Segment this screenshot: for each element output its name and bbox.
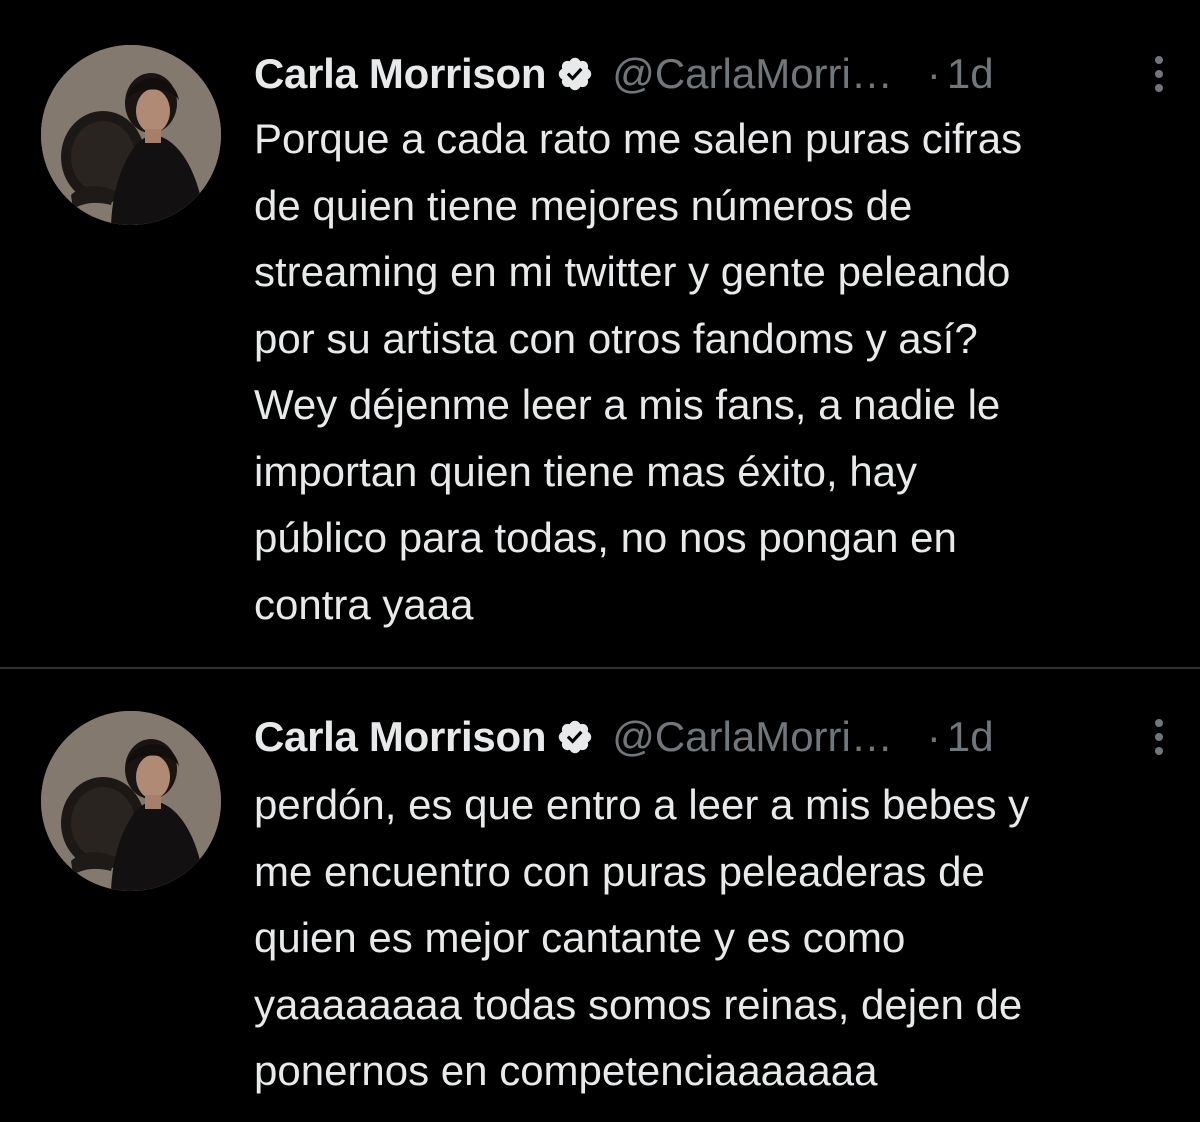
verified-badge-icon: [556, 718, 594, 756]
meta-separator: ·: [926, 713, 941, 760]
more-vertical-icon[interactable]: [1144, 50, 1174, 98]
tweet-timestamp[interactable]: 1d: [947, 50, 994, 98]
avatar[interactable]: [41, 711, 221, 891]
tweet[interactable]: Carla Morrison @CarlaMorri… · 1d perdón,…: [0, 669, 1200, 1122]
author-display-name[interactable]: Carla Morrison: [254, 713, 547, 761]
author-display-name[interactable]: Carla Morrison: [254, 50, 547, 98]
tweet-header: Carla Morrison @CarlaMorri… · 1d: [254, 46, 1174, 102]
more-vertical-icon[interactable]: [1144, 713, 1174, 761]
avatar-image: [41, 45, 221, 225]
timeline: Carla Morrison @CarlaMorri… · 1d Porque …: [0, 0, 1200, 1122]
avatar-image: [41, 711, 221, 891]
author-handle[interactable]: @CarlaMorri…: [612, 713, 893, 761]
verified-badge-icon: [556, 55, 594, 93]
tweet-header: Carla Morrison @CarlaMorri… · 1d: [254, 709, 1174, 765]
tweet-timestamp[interactable]: 1d: [947, 713, 994, 761]
tweet[interactable]: Carla Morrison @CarlaMorri… · 1d Porque …: [0, 0, 1200, 668]
avatar[interactable]: [41, 45, 221, 225]
tweet-text: Porque a cada rato me salen puras cifras…: [254, 115, 1023, 628]
author-handle[interactable]: @CarlaMorri…: [612, 50, 893, 98]
meta-separator: ·: [926, 50, 941, 97]
tweet-text: perdón, es que entro a leer a mis bebes …: [254, 781, 1030, 1094]
